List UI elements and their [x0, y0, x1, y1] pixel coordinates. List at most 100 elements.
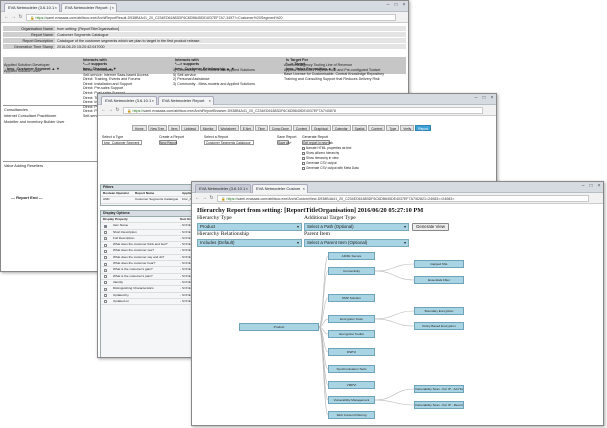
tree-node[interactable]: Vulnerability Management — [328, 396, 375, 404]
menu-verify[interactable]: Verify — [400, 125, 415, 131]
tree-node[interactable]: Web Content Filtering — [328, 411, 375, 419]
option-show-hierarchy[interactable]: Show all/zero hierarchy — [302, 151, 339, 155]
display-checkbox[interactable] — [104, 294, 107, 298]
tree-node[interactable]: Essentials Filter — [414, 276, 464, 284]
display-checkbox[interactable] — [104, 231, 107, 235]
back-icon[interactable]: ← — [3, 14, 10, 21]
display-checkbox[interactable] — [104, 243, 107, 247]
menu-type[interactable]: Type — [386, 125, 400, 131]
select-report-dropdown[interactable]: Customer Segments Catalogue — [204, 140, 254, 145]
tab-report[interactable]: EVA Netmodeler Report × — [158, 96, 214, 105]
tab-netmodeler[interactable]: EVA Netmodeler (3.6.10.1 × — [101, 96, 157, 105]
create-report-label: Create a Report — [159, 135, 184, 139]
close-tab-icon[interactable]: × — [112, 4, 114, 12]
menu-spatial[interactable]: Spatial — [351, 125, 368, 131]
select-type-dropdown[interactable]: bmc_Customer Segment — [102, 140, 142, 145]
display-checkbox[interactable] — [104, 268, 107, 272]
tree-node[interactable]: Connectivity — [328, 267, 375, 275]
checkbox[interactable] — [302, 166, 305, 170]
relationship-list: 3) Community - Meta-models and Applied S… — [173, 68, 255, 86]
reload-icon[interactable]: ↻ — [114, 107, 121, 114]
menu-time[interactable]: Time — [254, 125, 268, 131]
tree-node[interactable]: Product — [239, 323, 319, 331]
checkbox[interactable] — [302, 146, 305, 150]
tree-node[interactable]: Vulnerability Scan - Per IP - Recurring — [414, 401, 464, 409]
display-checkbox[interactable] — [104, 249, 107, 253]
checkbox[interactable] — [302, 151, 305, 155]
menu-home[interactable]: Home — [132, 125, 147, 131]
property-name: Updated on — [113, 298, 129, 303]
url-field[interactable]: 🔒 https://sarel.evasaas.com/ablitsoc.exe… — [123, 107, 483, 114]
display-checkbox[interactable] — [104, 262, 107, 266]
menu-new-tree[interactable]: New Tree — [147, 125, 168, 131]
property-name: Distinguishing Characteristics — [113, 286, 154, 291]
forward-icon[interactable]: → — [107, 107, 114, 114]
maximize-icon[interactable]: □ — [481, 95, 487, 101]
close-tab-icon[interactable]: × — [152, 97, 154, 105]
menu-unitiesd[interactable]: Unitiesd — [181, 125, 199, 131]
close-window-icon[interactable]: × — [489, 95, 495, 101]
tree-node[interactable]: AD/DL Secure — [328, 252, 375, 260]
menu-e-net[interactable]: E-Net — [239, 125, 254, 131]
tree-node[interactable]: DSPVI — [328, 348, 375, 356]
tree-node[interactable]: Vulnerability Scan - Per IP - Ad-Hoc — [414, 385, 464, 393]
tree-node[interactable]: Encryption Toolkit — [328, 330, 375, 338]
generate-report-button[interactable]: Get report in new tab — [302, 140, 333, 145]
display-checkbox[interactable] — [104, 281, 107, 285]
menu-report[interactable]: Report — [415, 125, 431, 131]
back-icon[interactable]: ← — [100, 107, 107, 114]
display-checkbox[interactable] — [104, 224, 107, 228]
report-header-table: Organisation Name from setting: [ReportTi… — [3, 26, 406, 50]
tree-node[interactable]: Policy Based Encryption — [414, 322, 464, 330]
menu-calendar[interactable]: Calendar — [331, 125, 351, 131]
tree-node[interactable]: Capped SSL — [414, 260, 464, 268]
reload-icon[interactable]: ↻ — [17, 14, 24, 21]
select-type-label: Select a Type — [102, 135, 124, 139]
display-checkbox[interactable] — [104, 287, 107, 291]
menu-comp-done[interactable]: Comp Done — [268, 125, 292, 131]
option-generate-csv[interactable]: Generate CSV output — [302, 161, 336, 165]
menu-context[interactable]: Context — [368, 125, 386, 131]
checkbox[interactable] — [302, 161, 305, 165]
close-tab-icon[interactable]: × — [55, 4, 57, 12]
url-field[interactable]: 🔒 https://sarel.evasaas.com/ablitsoc.exe… — [26, 14, 396, 21]
option-generate-csv-meta[interactable]: Generate CSV output with Meta Data — [302, 166, 359, 170]
tree-node[interactable]: VMPVI — [328, 381, 375, 389]
option-hierarchy-in-view[interactable]: Show hierarchy in view — [302, 156, 339, 160]
option-label: Generate CSV output with Meta Data — [306, 166, 359, 170]
menu-worksheet[interactable]: Worksheet — [217, 125, 239, 131]
filter-operator: AND — [103, 197, 110, 202]
display-checkbox[interactable] — [104, 256, 107, 260]
close-tab-icon[interactable]: × — [209, 97, 211, 105]
filters-col-operator: Boolean Operator — [103, 191, 130, 195]
minimize-icon[interactable]: – — [473, 95, 479, 101]
tree-node[interactable]: Synchronisation Tools — [328, 365, 375, 373]
menu-monitor[interactable]: Monitor — [199, 125, 217, 131]
close-window-icon[interactable]: × — [401, 2, 407, 8]
forward-icon[interactable]: → — [10, 14, 17, 21]
save-as-button[interactable]: Save As+ — [277, 140, 292, 145]
display-checkbox[interactable] — [104, 275, 107, 279]
report-end: --- Report End --- — [11, 195, 43, 200]
tab-netmodeler[interactable]: EVA Netmodeler (3.6.10.1 × — [4, 3, 60, 12]
menu-graphical[interactable]: Graphical — [311, 125, 331, 131]
minimize-icon[interactable]: – — [385, 2, 391, 8]
tab-bar: EVA Netmodeler (3.6.10.1 × EVA Netmodeler… — [1, 1, 408, 12]
option-narrate-html[interactable]: Narrate HTML properties as text — [302, 146, 351, 150]
filter-report: Customer Segments Catalogue — [135, 197, 179, 202]
menu-item[interactable]: Item — [168, 125, 181, 131]
tree-edge — [318, 255, 329, 328]
display-checkbox[interactable] — [104, 300, 107, 304]
new-report-button[interactable]: New Report — [159, 140, 177, 145]
tab-report[interactable]: EVA Netmodeler Report: (× — [61, 3, 117, 12]
maximize-icon[interactable]: □ — [393, 2, 399, 8]
tree-node[interactable]: DMZ Solution — [328, 294, 375, 302]
checkbox[interactable] — [302, 156, 305, 160]
display-col-display: Display — [103, 217, 115, 221]
menu-content[interactable]: Content — [292, 125, 311, 131]
tab-label: EVA Netmodeler (3.6.10.1 — [8, 5, 55, 10]
tree-node[interactable]: Encryption Tools — [328, 315, 375, 323]
display-checkbox[interactable] — [104, 237, 107, 241]
tree-node[interactable]: Boundary Encryption — [414, 307, 464, 315]
property-name: Short Description — [113, 229, 137, 234]
